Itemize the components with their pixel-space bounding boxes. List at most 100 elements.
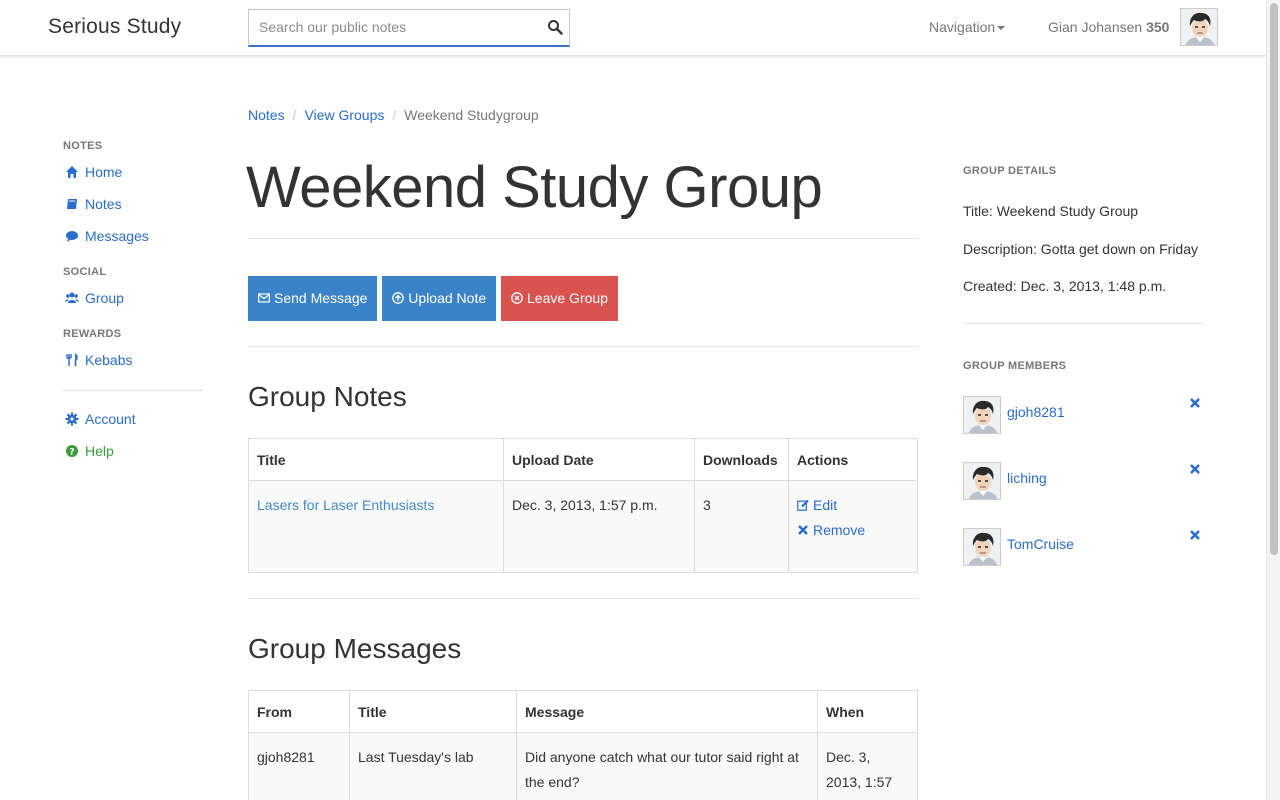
sidebar-item-label: Notes: [85, 196, 122, 212]
group-detail-created: Created: Dec. 3, 2013, 1:48 p.m.: [963, 278, 1167, 294]
table-header-row: From Title Message When: [248, 690, 918, 733]
divider: [963, 323, 1203, 324]
sidebar-item-account[interactable]: Account: [63, 409, 203, 441]
group-notes-title: Group Notes: [248, 381, 407, 412]
edit-note-link[interactable]: Edit: [797, 493, 909, 518]
upload-note-label: Upload Note: [408, 290, 487, 306]
remove-member-icon[interactable]: [1189, 397, 1201, 409]
column-header: Upload Date: [503, 438, 695, 481]
note-title-link[interactable]: Lasers for Laser Enthusiasts: [257, 497, 434, 513]
user-info[interactable]: Gian Johansen 350: [1048, 19, 1169, 35]
sidebar-item-label: Kebabs: [85, 352, 133, 368]
arrow-circle-up-icon: [392, 292, 405, 304]
divider: [248, 346, 918, 347]
member-name-link[interactable]: liching: [1007, 470, 1047, 486]
sidebar-item-label: Group: [85, 290, 124, 306]
table-row: gjoh8281 Last Tuesday's lab Did anyone c…: [248, 732, 918, 800]
book-icon: [67, 199, 77, 209]
user-avatar[interactable]: [1180, 8, 1218, 46]
column-header: Actions: [788, 438, 918, 481]
caret-down-icon: [997, 26, 1006, 31]
avatar[interactable]: [963, 396, 1001, 434]
search-box: [248, 9, 570, 47]
table-row: Lasers for Laser Enthusiasts Dec. 3, 201…: [248, 480, 918, 573]
remove-label: Remove: [813, 522, 866, 538]
users-icon: [65, 292, 79, 303]
sidebar-heading-social: SOCIAL: [63, 266, 107, 278]
sidebar-item-label: Home: [85, 164, 123, 180]
search-icon[interactable]: [547, 19, 563, 35]
scrollbar[interactable]: [1266, 0, 1280, 800]
group-detail-description: Description: Gotta get down on Friday: [963, 241, 1199, 257]
action-buttons: Send Message Upload Note Leave Group: [248, 276, 618, 321]
sidebar-item-group[interactable]: Group: [63, 288, 203, 320]
times-circle-icon: [511, 292, 523, 304]
breadcrumb-view-groups[interactable]: View Groups: [304, 107, 384, 123]
divider: [248, 598, 918, 599]
remove-member-icon[interactable]: [1189, 529, 1201, 541]
member-name-link[interactable]: gjoh8281: [1007, 404, 1065, 420]
sidebar-item-help[interactable]: ? Help: [63, 441, 203, 473]
svg-text:?: ?: [69, 448, 74, 458]
column-header: From: [248, 690, 350, 733]
page-title: Weekend Study Group: [246, 155, 823, 220]
message-title: Last Tuesday's lab: [349, 732, 517, 800]
avatar[interactable]: [963, 528, 1001, 566]
sidebar-item-label: Account: [85, 411, 136, 427]
avatar[interactable]: [963, 462, 1001, 500]
sidebar-heading-notes: NOTES: [63, 140, 103, 152]
messages-table: From Title Message When gjoh8281 Last Tu…: [248, 690, 918, 800]
leave-group-button[interactable]: Leave Group: [501, 276, 618, 321]
remove-note-link[interactable]: Remove: [797, 518, 909, 543]
divider: [248, 238, 918, 239]
group-messages-title: Group Messages: [248, 633, 462, 664]
search-input[interactable]: [249, 10, 529, 44]
breadcrumb-current: Weekend Studygroup: [404, 107, 539, 123]
user-points: 350: [1146, 19, 1170, 35]
user-name: Gian Johansen: [1048, 19, 1143, 35]
edit-label: Edit: [813, 497, 838, 513]
sidebar-heading-rewards: REWARDS: [63, 328, 122, 340]
member-name-link[interactable]: TomCruise: [1007, 536, 1074, 552]
message-from: gjoh8281: [248, 732, 350, 800]
breadcrumb-separator: /: [292, 107, 297, 123]
envelope-icon: [258, 293, 270, 303]
group-details-heading: GROUP DETAILS: [963, 165, 1057, 177]
breadcrumb-separator: /: [392, 107, 397, 123]
send-message-button[interactable]: Send Message: [248, 276, 378, 321]
message-when: Dec. 3, 2013, 1:57 p.m.: [817, 732, 918, 800]
question-circle-icon: ?: [66, 445, 78, 458]
sidebar-item-home[interactable]: Home: [63, 162, 203, 194]
notes-table: Title Upload Date Downloads Actions Lase…: [248, 438, 918, 573]
column-header: Title: [349, 690, 517, 733]
send-message-label: Send Message: [274, 290, 368, 306]
sidebar-divider: [63, 390, 203, 391]
sidebar-item-label: Help: [85, 443, 114, 459]
column-header: Downloads: [694, 438, 789, 481]
column-header: When: [817, 690, 918, 733]
column-header: Title: [248, 438, 504, 481]
sidebar-item-messages[interactable]: Messages: [63, 226, 203, 258]
group-members-heading: GROUP MEMBERS: [963, 360, 1067, 372]
remove-icon: [798, 525, 808, 535]
message-body: Did anyone catch what our tutor said rig…: [516, 732, 818, 800]
sidebar-item-notes[interactable]: Notes: [63, 194, 203, 226]
group-detail-title: Title: Weekend Study Group: [963, 203, 1139, 219]
table-header-row: Title Upload Date Downloads Actions: [248, 438, 918, 481]
cutlery-icon: [66, 353, 78, 366]
note-downloads: 3: [694, 480, 789, 573]
edit-icon: [797, 499, 809, 511]
scrollbar-thumb[interactable]: [1270, 3, 1278, 555]
breadcrumb: Notes / View Groups / Weekend Studygroup: [248, 107, 539, 123]
navigation-label: Navigation: [929, 19, 996, 35]
brand-logo[interactable]: Serious Study: [48, 15, 181, 39]
breadcrumb-notes[interactable]: Notes: [248, 107, 285, 123]
navigation-dropdown[interactable]: Navigation: [929, 19, 1006, 35]
gear-icon: [65, 412, 79, 426]
remove-member-icon[interactable]: [1189, 463, 1201, 475]
list-item: liching: [963, 462, 1203, 500]
comment-icon: [66, 231, 78, 242]
top-navbar: Serious Study Navigation Gian Johansen 3…: [0, 0, 1266, 56]
upload-note-button[interactable]: Upload Note: [382, 276, 497, 321]
sidebar-item-kebabs[interactable]: Kebabs: [63, 350, 203, 382]
